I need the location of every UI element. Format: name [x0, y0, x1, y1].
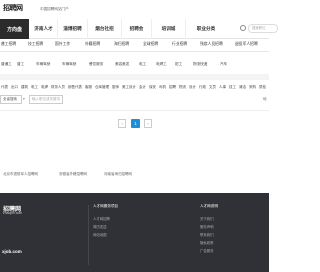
sub-category-link[interactable]: 普通工 [1, 62, 12, 67]
footer-domain: zhaopin.com [3, 211, 23, 215]
job-type-row: 普工招聘 技工招聘 国外工作 外籍招聘 海归招聘 全球招聘 行业招聘 残疾人员招… [0, 40, 269, 51]
sub-category-link[interactable]: 钳工 [175, 62, 182, 67]
filter-link[interactable]: 采购 [249, 85, 256, 90]
filter-link[interactable]: 清洁 [239, 85, 246, 90]
divider [0, 110, 269, 111]
footer-divider [88, 205, 89, 265]
footer-site-name: xjob.com [2, 249, 22, 254]
filter-link[interactable]: 设计 [189, 85, 196, 90]
filter-link[interactable]: 客服 [85, 85, 92, 90]
nav-tab[interactable]: 职业分类 [186, 19, 226, 39]
filter-link[interactable]: 美工设计 [122, 85, 136, 90]
filter-link[interactable]: 财务人员 [51, 85, 65, 90]
filter-link[interactable]: 质检 [259, 85, 266, 90]
search-row: 全省搜索 ▾ 输入职位或关键词 地 [0, 95, 269, 107]
sub-category-link[interactable]: 电焊工 [156, 62, 167, 67]
nav-tab[interactable]: 济南人才 [30, 19, 58, 39]
related-link[interactable]: 河南省海归招聘网 [104, 172, 132, 177]
job-type-link[interactable]: 行业招聘 [172, 42, 187, 47]
site-logo[interactable]: 招聘网 [3, 3, 23, 13]
sub-category-link[interactable]: 普工 [17, 62, 24, 67]
job-type-link[interactable]: 国外工作 [55, 42, 70, 47]
nav-search-input[interactable]: 搜索职位 [248, 24, 278, 33]
nav-tab[interactable]: 培训城 [152, 19, 186, 39]
chevron-right-icon[interactable]: › [144, 119, 152, 128]
nav-home-tab[interactable]: 方向盘 [0, 19, 29, 39]
chevron-left-icon[interactable]: ‹ [118, 119, 126, 128]
footer-column-title: 人才网说明 [200, 204, 218, 208]
filter-link[interactable]: 行政 [199, 85, 206, 90]
job-type-link[interactable]: 技工招聘 [28, 42, 43, 47]
footer-link[interactable]: 人才网招聘 [93, 216, 110, 221]
footer-link[interactable]: 联系我们 [200, 232, 214, 237]
sub-category-row: 普通工 普工 车辆驾驶 车辆驾驶 餐饮服务 美容美发 电工 电焊工 钳工 物流快… [0, 56, 269, 68]
filter-link[interactable]: 会计 [139, 85, 146, 90]
sub-category-link[interactable]: 餐饮服务 [89, 62, 103, 67]
sub-category-link[interactable]: 物流快递 [193, 62, 207, 67]
footer-link[interactable]: 简历发送 [93, 224, 107, 229]
filter-link[interactable]: 物流 [179, 85, 186, 90]
search-icon[interactable] [240, 25, 246, 31]
sub-category-link[interactable]: 车辆驾驶 [36, 62, 50, 67]
footer-link[interactable]: 关于我们 [200, 216, 214, 221]
page-current[interactable]: 1 [131, 119, 140, 128]
filter-link[interactable]: 人事 [219, 85, 226, 90]
dropdown-arrow-icon[interactable]: ▾ [23, 97, 25, 101]
related-link[interactable]: 北京市退役军人招聘网 [3, 172, 38, 177]
filter-row: 代表 出口 建筑 电工 电焊 财务人员 销售代表 客服 仓库管理 厨师 美工设计… [0, 82, 269, 92]
footer-link[interactable]: 网站地图 [93, 232, 107, 237]
filter-link[interactable]: 技工 [229, 85, 236, 90]
search-side-label: 地 [263, 97, 267, 101]
sub-category-link[interactable]: 美容美发 [115, 62, 129, 67]
job-type-link[interactable]: 海归招聘 [114, 42, 129, 47]
filter-link[interactable]: 文员 [209, 85, 216, 90]
footer-link[interactable]: 服务声明 [200, 224, 214, 229]
job-type-link[interactable]: 外籍招聘 [85, 42, 100, 47]
sub-category-link[interactable]: 汽车 [220, 62, 227, 67]
filter-link[interactable]: 厨师 [112, 85, 119, 90]
filter-link[interactable]: 保安 [149, 85, 156, 90]
footer-link[interactable]: 广告服务 [200, 248, 214, 253]
section-separator [0, 74, 269, 80]
job-type-link[interactable]: 残疾人员招聘 [200, 42, 223, 47]
job-type-link[interactable]: 普工招聘 [1, 42, 16, 47]
filter-link[interactable]: 销售代表 [68, 85, 82, 90]
keyword-input[interactable]: 输入职位或关键词 [29, 95, 63, 104]
job-type-link[interactable]: 全球招聘 [143, 42, 158, 47]
filter-link[interactable]: 司机 [159, 85, 166, 90]
filter-link[interactable]: 招聘 [169, 85, 176, 90]
sub-category-link[interactable]: 车辆驾驶 [62, 62, 76, 67]
footer-column-title: 人才网服务项目 [93, 204, 119, 208]
nav-tab[interactable]: 招聘会 [122, 19, 152, 39]
nav-tab[interactable]: 淄博招聘 [58, 19, 88, 39]
filter-link[interactable]: 仓库管理 [95, 85, 109, 90]
footer-link[interactable]: 隐私政策 [200, 240, 214, 245]
sub-category-link[interactable]: 电工 [139, 62, 146, 67]
category-nav: 方向盘 济南人才 淄博招聘 烟台社招 招聘会 培训城 职业分类 搜索职位 [0, 19, 278, 39]
province-select[interactable]: 全省搜索 [0, 95, 22, 104]
related-links: 北京市退役军人招聘网 安徽省外籍招聘网 河南省海归招聘网 [0, 170, 269, 180]
job-type-link[interactable]: 退役军人招聘 [235, 42, 258, 47]
filter-link[interactable]: 建筑 [21, 85, 28, 90]
filter-link[interactable]: 代表 [1, 85, 8, 90]
filter-link[interactable]: 电焊 [41, 85, 48, 90]
related-link[interactable]: 安徽省外籍招聘网 [59, 172, 87, 177]
footer: 招聘网 zhaopin.com xjob.com 人才网服务项目 人才网招聘 简… [0, 193, 269, 272]
divider [0, 51, 269, 52]
filter-link[interactable]: 出口 [11, 85, 18, 90]
top-bar: 招聘网 中国招聘网站门户 [0, 0, 269, 17]
site-tagline: 中国招聘网站门户 [40, 7, 69, 11]
nav-tab[interactable]: 烟台社招 [88, 19, 122, 39]
filter-link[interactable]: 电工 [31, 85, 38, 90]
